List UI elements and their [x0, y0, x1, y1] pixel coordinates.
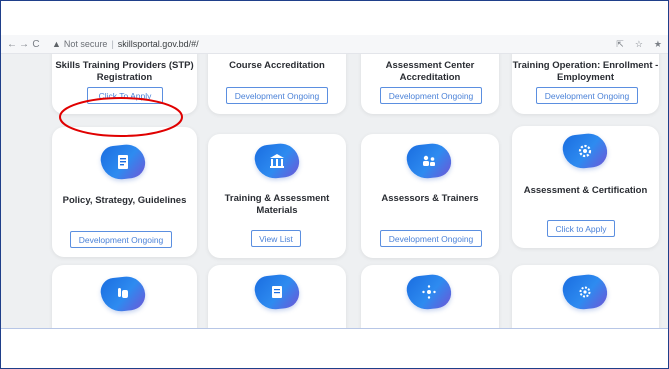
card-title: Assessment & Certification: [523, 185, 648, 196]
service-card: [512, 265, 659, 328]
divider: [1, 328, 668, 329]
development-ongoing-button[interactable]: Development Ongoing: [536, 87, 638, 104]
security-label: Not secure: [63, 39, 108, 49]
service-card: Skills Training Providers (STP) Registra…: [52, 54, 197, 114]
card-title: Assessment Center Accreditation: [385, 60, 475, 83]
service-card: [361, 265, 499, 328]
url-separator: |: [111, 39, 114, 49]
service-card: Training & Assessment Materials View Lis…: [208, 134, 346, 258]
forward-arrow-icon[interactable]: →: [18, 39, 30, 50]
book-icon: [253, 272, 301, 312]
service-card: Course Accreditation Development Ongoing: [208, 54, 346, 114]
card-title: Course Accreditation: [229, 60, 325, 71]
card-title: Assessors & Trainers: [381, 193, 479, 204]
reload-icon[interactable]: C: [30, 39, 42, 50]
gear-icon: [561, 131, 609, 171]
card-title: Training & Assessment Materials: [224, 193, 330, 216]
back-arrow-icon[interactable]: ←: [6, 39, 18, 50]
development-ongoing-button[interactable]: Development Ongoing: [380, 87, 482, 104]
service-card: Assessment & Certification Click to Appl…: [512, 126, 659, 248]
service-card: [208, 265, 346, 328]
service-card: Assessors & Trainers Development Ongoing: [361, 134, 499, 258]
building-icon: [253, 141, 301, 181]
click-to-apply-button[interactable]: Click to Apply: [547, 220, 615, 237]
card-title: Training Operation: Enrollment - Employm…: [512, 60, 659, 83]
development-ongoing-button[interactable]: Development Ongoing: [380, 230, 482, 247]
service-card: Assessment Center Accreditation Developm…: [361, 54, 499, 114]
star-icon[interactable]: ☆: [635, 39, 643, 50]
card-title: Skills Training Providers (STP) Registra…: [55, 60, 194, 83]
share-icon[interactable]: ⇱: [616, 39, 624, 50]
hand-icon: [99, 274, 147, 314]
url-text[interactable]: skillsportal.gov.bd/#/: [118, 39, 199, 49]
users-icon: [405, 141, 453, 181]
warning-icon: ▲: [52, 39, 61, 49]
service-card: [52, 265, 197, 328]
view-list-button[interactable]: View List: [251, 230, 301, 247]
service-card: Training Operation: Enrollment - Employm…: [512, 54, 659, 114]
services-grid: Skills Training Providers (STP) Registra…: [1, 54, 668, 328]
network-icon: [405, 272, 453, 312]
click-to-apply-button[interactable]: Click To Apply: [87, 87, 163, 104]
browser-address-bar: ← → C ▲ Not secure | skillsportal.gov.bd…: [1, 35, 668, 54]
screenshot-frame: ← → C ▲ Not secure | skillsportal.gov.bd…: [0, 0, 669, 369]
development-ongoing-button[interactable]: Development Ongoing: [226, 87, 328, 104]
document-icon: [99, 142, 147, 182]
card-title: Policy, Strategy, Guidelines: [62, 195, 187, 206]
development-ongoing-button[interactable]: Development Ongoing: [70, 231, 172, 248]
settings-icon: [561, 272, 609, 312]
service-card: Policy, Strategy, Guidelines Development…: [52, 127, 197, 257]
extension-icon[interactable]: ★: [654, 39, 662, 50]
